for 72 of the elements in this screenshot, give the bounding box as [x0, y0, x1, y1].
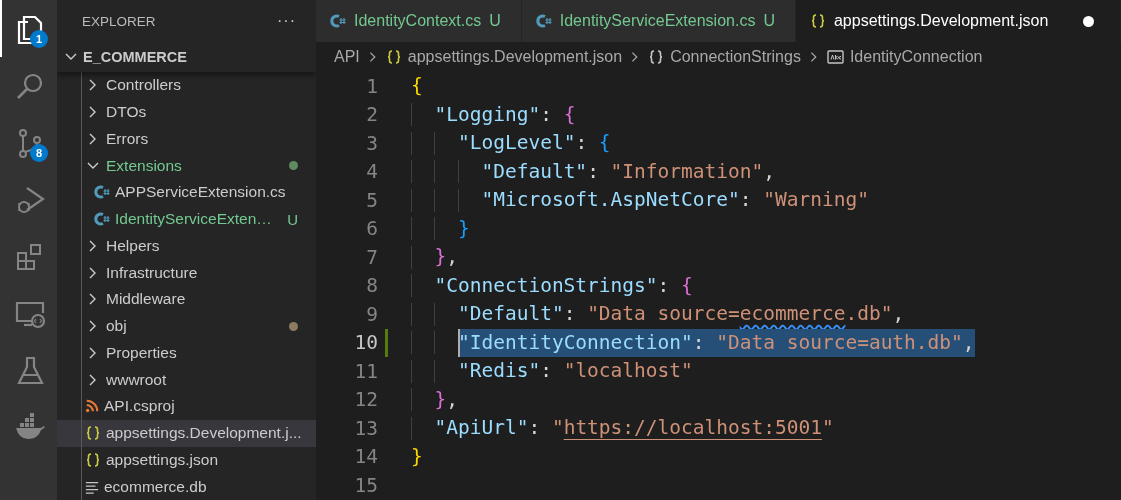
- code-line: "ApiUrl": "https://localhost:5001": [434, 415, 834, 441]
- breadcrumb-item[interactable]: API: [334, 48, 360, 66]
- tree-item[interactable]: Controllers: [57, 72, 316, 99]
- code-line: "Microsoft.AspNetCore": "Warning": [481, 187, 869, 213]
- code-line: "Default": "Data source=ecommerce.db",: [457, 301, 905, 327]
- line-number: 8: [365, 274, 378, 298]
- editor-tab[interactable]: appsettings.Development.json: [795, 0, 1121, 42]
- csharp-file-icon: [535, 13, 552, 29]
- breadcrumb-item[interactable]: IdentityConnection: [826, 48, 983, 66]
- tree-item[interactable]: Helpers: [57, 232, 316, 260]
- braces-icon: [648, 49, 665, 65]
- lines-icon: [85, 479, 99, 494]
- code-line: }: [411, 443, 423, 470]
- line-number: 1: [365, 74, 378, 98]
- line-number: 15: [353, 473, 378, 497]
- line-number: 13: [353, 416, 378, 440]
- line-number: 5: [365, 188, 378, 212]
- tree-item[interactable]: IdentityServiceExten… U: [57, 205, 316, 233]
- line-number: 14: [353, 445, 378, 469]
- code-line: },: [434, 386, 458, 413]
- tree-item[interactable]: Errors: [57, 125, 316, 153]
- code-line: "ConnectionStrings": {: [434, 272, 693, 299]
- line-number: 10: [353, 331, 378, 355]
- tree-item[interactable]: appsettings.json: [57, 446, 316, 474]
- braces-icon: [385, 49, 402, 65]
- git-status: U: [763, 12, 775, 30]
- code-line: "Redis": "localhost": [457, 358, 693, 384]
- tree-item[interactable]: Infrastructure: [57, 259, 316, 286]
- braces-icon: [85, 425, 101, 442]
- string-symbol-icon: [826, 50, 844, 64]
- line-number: 9: [365, 302, 378, 326]
- csharp-file-icon: [94, 211, 110, 228]
- line-number: 11: [353, 359, 378, 383]
- line-number: 4: [365, 160, 378, 184]
- line-number: 12: [353, 388, 378, 412]
- editor-tab[interactable]: IdentityServiceExtension.cs U: [521, 0, 796, 42]
- folder-header[interactable]: E_COMMERCE: [57, 42, 316, 72]
- tree-item[interactable]: API.csproj: [57, 393, 316, 420]
- tree-item[interactable]: Properties: [57, 339, 316, 367]
- code-line: },: [434, 244, 458, 270]
- tree-item[interactable]: obj: [57, 312, 316, 340]
- code-line: }: [457, 215, 470, 242]
- tree-item[interactable]: appsettings.Development.j...: [57, 419, 316, 447]
- count-badge: 1: [30, 30, 48, 48]
- tree-item[interactable]: APPServiceExtension.cs: [57, 179, 316, 206]
- git-status: U: [287, 210, 298, 228]
- line-number: 3: [365, 131, 378, 155]
- breadcrumb-item[interactable]: appsettings.Development.json: [385, 48, 623, 66]
- breadcrumb-item[interactable]: ConnectionStrings: [648, 48, 801, 66]
- line-number: 2: [365, 103, 378, 127]
- tree-item[interactable]: ecommerce.db: [57, 473, 316, 500]
- line-number: 6: [365, 217, 378, 241]
- rss-icon: [85, 399, 99, 414]
- source-control-button[interactable]: 8: [0, 114, 57, 171]
- code-line: "Default": "Information",: [481, 158, 775, 185]
- code-line: "Logging": {: [434, 101, 576, 128]
- panel-title: EXPLORER: [82, 13, 156, 29]
- tree-item[interactable]: wwwroot: [57, 366, 316, 393]
- code-line: "LogLevel": {: [457, 130, 611, 156]
- line-number: 7: [365, 245, 378, 269]
- tree-item[interactable]: Middleware: [57, 286, 316, 313]
- csharp-file-icon: [94, 184, 110, 201]
- editor-tab[interactable]: IdentityContext.cs U: [316, 0, 522, 42]
- code-line: {: [411, 73, 423, 99]
- braces-icon: [85, 451, 101, 468]
- count-badge: 8: [30, 144, 48, 162]
- tree-item[interactable]: DTOs: [57, 98, 316, 126]
- more-actions-button[interactable]: ···: [277, 12, 296, 30]
- tree-item[interactable]: Extensions: [57, 152, 316, 179]
- braces-icon: [809, 13, 826, 29]
- git-status: U: [489, 12, 501, 30]
- csharp-file-icon: [330, 13, 346, 29]
